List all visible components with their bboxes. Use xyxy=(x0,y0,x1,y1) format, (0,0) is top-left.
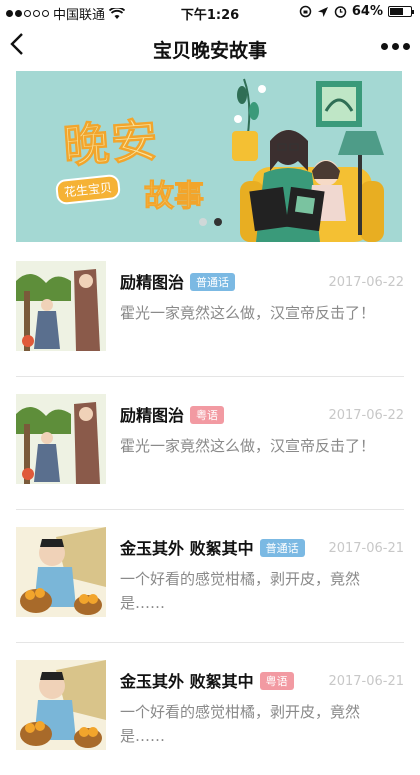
story-title: 金玉其外 败絮其中 普通话 xyxy=(120,535,305,559)
battery-percent: 64% xyxy=(351,4,383,19)
more-button[interactable] xyxy=(381,36,410,56)
story-title: 金玉其外 败絮其中 粤语 xyxy=(120,668,294,692)
language-badge: 粤语 xyxy=(190,406,225,424)
carousel-indicators[interactable] xyxy=(199,218,222,226)
story-thumbnail xyxy=(16,527,106,617)
list-item[interactable]: 金玉其外 败絮其中 普通话 2017-06-21 一个好看的感觉柑橘，剥开皮，竟然… xyxy=(16,510,404,643)
story-title: 励精图治 粤语 xyxy=(120,402,225,426)
story-date: 2017-06-21 xyxy=(328,541,404,556)
language-badge: 普通话 xyxy=(259,539,305,557)
story-title: 励精图治 普通话 xyxy=(120,269,236,293)
story-date: 2017-06-22 xyxy=(328,408,404,423)
battery-icon xyxy=(388,6,414,17)
rotation-lock-icon xyxy=(299,5,312,18)
list-item[interactable]: 励精图治 普通话 2017-06-22 霍光一家竟然这么做，汉宣帝反击了！ xyxy=(16,244,404,377)
nav-bar: 宝贝晚安故事 xyxy=(0,24,420,70)
story-thumbnail xyxy=(16,261,106,351)
story-desc: 霍光一家竟然这么做，汉宣帝反击了！ xyxy=(120,304,376,322)
language-badge: 粤语 xyxy=(259,672,294,690)
story-thumbnail xyxy=(16,660,106,750)
story-date: 2017-06-22 xyxy=(328,275,404,290)
banner-title: 晚安 xyxy=(61,112,162,174)
language-badge: 普通话 xyxy=(190,273,236,291)
banner[interactable]: 晚安 故事 花生宝贝 xyxy=(16,71,402,242)
alarm-icon xyxy=(334,6,347,18)
story-desc: 一个好看的感觉柑橘，剥开皮，竟然是…… xyxy=(120,703,361,745)
story-date: 2017-06-21 xyxy=(328,674,404,689)
story-desc: 霍光一家竟然这么做，汉宣帝反击了！ xyxy=(120,437,376,455)
banner-subtitle: 故事 xyxy=(144,179,205,215)
story-thumbnail xyxy=(16,394,106,484)
story-list: 励精图治 普通话 2017-06-22 霍光一家竟然这么做，汉宣帝反击了！ 励精图… xyxy=(16,244,404,775)
more-dots-icon xyxy=(381,42,388,50)
indicator-dot[interactable] xyxy=(199,218,207,226)
page-title: 宝贝晚安故事 xyxy=(152,40,267,62)
location-icon xyxy=(317,6,328,17)
story-desc: 一个好看的感觉柑橘，剥开皮，竟然是…… xyxy=(120,570,361,612)
indicator-dot-active[interactable] xyxy=(214,218,222,226)
list-item[interactable]: 金玉其外 败絮其中 粤语 2017-06-21 一个好看的感觉柑橘，剥开皮，竟然是… xyxy=(16,643,404,775)
list-item[interactable]: 励精图治 粤语 2017-06-22 霍光一家竟然这么做，汉宣帝反击了！ xyxy=(16,377,404,510)
status-right: 64% xyxy=(299,4,414,19)
status-bar: 中国联通 下午1:26 64% xyxy=(0,0,420,24)
